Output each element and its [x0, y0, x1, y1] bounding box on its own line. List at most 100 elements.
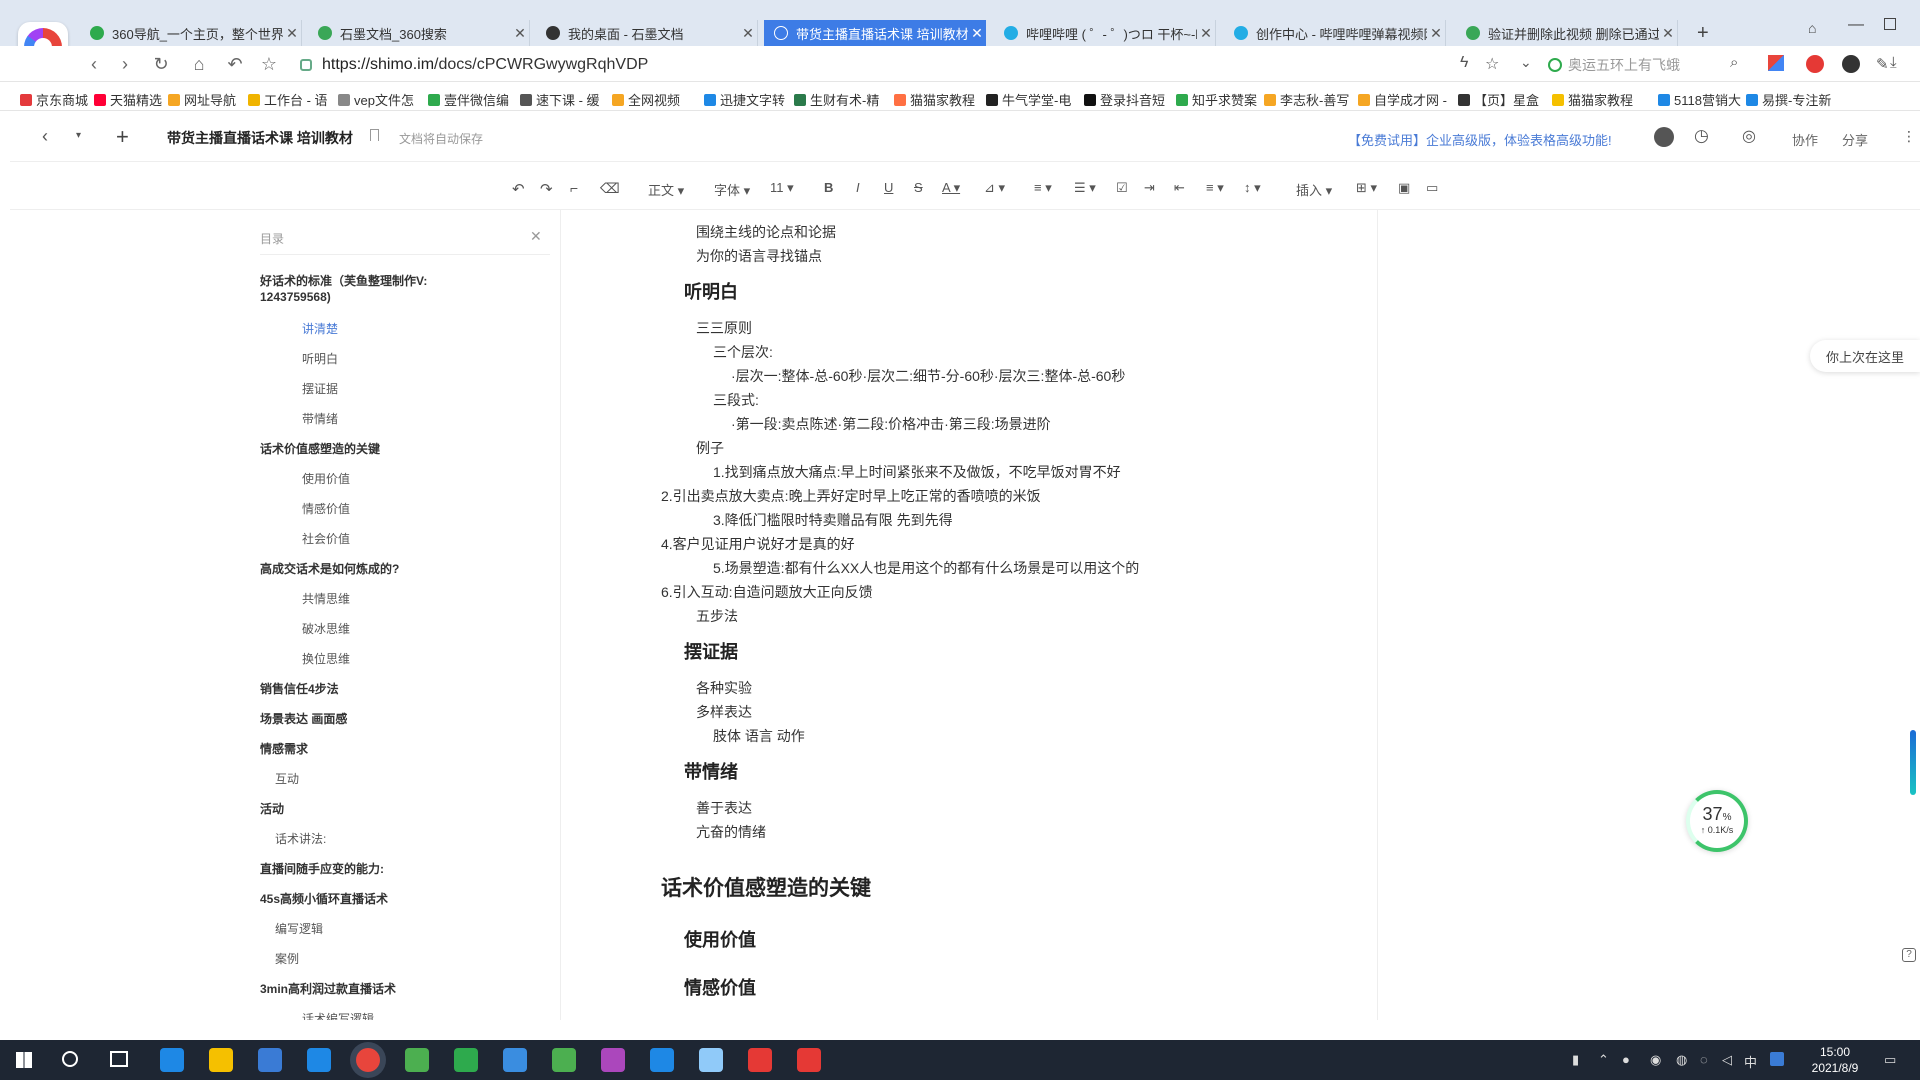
- start-icon[interactable]: [16, 1052, 32, 1068]
- notification-icon[interactable]: ▭: [1884, 1052, 1896, 1068]
- redo-icon[interactable]: ↷: [540, 180, 553, 198]
- outline-item[interactable]: 话术价值感塑造的关键: [260, 440, 380, 457]
- outline-item[interactable]: 换位思维: [302, 650, 350, 667]
- paragraph-style-select[interactable]: 正文 ▾: [648, 180, 684, 199]
- tab-4[interactable]: 哔哩哔哩 ( ゜- ゜)つロ 干杯~-bili ✕: [994, 20, 1216, 46]
- outline-item[interactable]: 3min高利润过款直播话术: [260, 980, 396, 997]
- bookmark-item[interactable]: 速下课 - 缓: [520, 90, 600, 109]
- outline-item[interactable]: 1243759568): [260, 290, 331, 304]
- taskbar-ie2-icon[interactable]: [503, 1048, 527, 1072]
- more-icon[interactable]: ⋮: [1902, 128, 1916, 145]
- checklist-icon[interactable]: ☑: [1116, 180, 1128, 196]
- back-icon[interactable]: ‹: [83, 54, 105, 75]
- taskbar-editor-icon[interactable]: [650, 1048, 674, 1072]
- bold-icon[interactable]: B: [824, 180, 833, 195]
- ordered-list-icon[interactable]: ≡ ▾: [1034, 180, 1052, 196]
- taskbar-camtasia-icon[interactable]: [552, 1048, 576, 1072]
- bookmark-item[interactable]: 登录抖音短: [1084, 90, 1165, 109]
- highlight-icon[interactable]: ⊿ ▾: [984, 180, 1005, 196]
- more-tools-icon[interactable]: ✎: [1876, 55, 1889, 73]
- bookmark-item[interactable]: 网址导航: [168, 90, 236, 109]
- outline-item[interactable]: 高成交话术是如何炼成的?: [260, 560, 399, 577]
- history-dropdown-icon[interactable]: ▾: [76, 130, 81, 141]
- outline-item[interactable]: 45s高频小循环直播话术: [260, 890, 388, 907]
- bookmark-item[interactable]: 5118营销大: [1658, 90, 1741, 109]
- outline-item[interactable]: 销售信任4步法: [260, 680, 339, 697]
- bookmark-item[interactable]: 猫猫家教程: [1552, 90, 1633, 109]
- outline-item[interactable]: 情感价值: [302, 500, 350, 517]
- comment-icon[interactable]: ▭: [1426, 180, 1438, 196]
- outline-item[interactable]: 使用价值: [302, 470, 350, 487]
- doc-title[interactable]: 带货主播直播话术课 培训教材: [167, 128, 353, 148]
- forward-icon[interactable]: ›: [114, 54, 136, 75]
- taskbar-green-app-icon[interactable]: [405, 1048, 429, 1072]
- tray-volume-icon[interactable]: ◁: [1722, 1052, 1732, 1068]
- outline-item[interactable]: 编写逻辑: [275, 920, 323, 937]
- insert-menu[interactable]: 插入 ▾: [1296, 180, 1332, 199]
- tab-2[interactable]: 我的桌面 - 石墨文档 ✕: [536, 20, 758, 46]
- bookmark-item[interactable]: 壹伴微信编: [428, 90, 509, 109]
- bookmark-item[interactable]: vep文件怎: [338, 90, 414, 109]
- tray-app-icon[interactable]: ◍: [1676, 1052, 1687, 1068]
- promo-link[interactable]: 【免费试用】企业高级版，体验表格高级功能!: [1348, 130, 1612, 149]
- bookmark-star-icon[interactable]: ☆: [1485, 54, 1499, 74]
- indent-icon[interactable]: ⇥: [1144, 180, 1155, 196]
- outline-item[interactable]: 社会价值: [302, 530, 350, 547]
- strikethrough-icon[interactable]: S: [914, 180, 923, 195]
- underline-icon[interactable]: U: [884, 180, 893, 195]
- minimize-icon[interactable]: —: [1848, 16, 1864, 34]
- outline-item[interactable]: 共情思维: [302, 590, 350, 607]
- tab-0[interactable]: 360导航_一个主页，整个世界 ✕: [80, 20, 302, 46]
- bookmark-item[interactable]: 生财有术-精: [794, 90, 879, 109]
- outline-item[interactable]: 讲清楚: [302, 320, 338, 337]
- line-spacing-icon[interactable]: ↕ ▾: [1244, 180, 1261, 196]
- bookmark-item[interactable]: 工作台 - 语: [248, 90, 328, 109]
- taskbar-store-icon[interactable]: [258, 1048, 282, 1072]
- tab-close-icon[interactable]: ✕: [1659, 25, 1677, 42]
- tray-qq-icon[interactable]: ◉: [1650, 1052, 1661, 1068]
- bookmark-item[interactable]: 知乎求赞案: [1176, 90, 1257, 109]
- table-icon[interactable]: ⊞ ▾: [1356, 180, 1377, 196]
- tray-mic-icon[interactable]: ●: [1622, 1052, 1630, 1067]
- outline-item[interactable]: 直播间随手应变的能力:: [260, 860, 384, 877]
- outline-item[interactable]: 活动: [260, 800, 284, 817]
- search-icon[interactable]: ⌕: [1730, 54, 1738, 71]
- outline-item[interactable]: 场景表达 画面感: [260, 710, 347, 727]
- bookmark-item[interactable]: 京东商城: [20, 90, 88, 109]
- task-view-icon[interactable]: [110, 1051, 128, 1067]
- taskbar-folder-icon[interactable]: [209, 1048, 233, 1072]
- outline-item[interactable]: 破冰思维: [302, 620, 350, 637]
- taskbar-capcut-icon[interactable]: [797, 1048, 821, 1072]
- collab-button[interactable]: 协作: [1792, 130, 1818, 149]
- ime-indicator[interactable]: 中: [1744, 1052, 1757, 1071]
- apps-grid-icon[interactable]: [1768, 55, 1784, 71]
- taskbar-colors-icon[interactable]: [601, 1048, 625, 1072]
- lightning-icon[interactable]: ϟ: [1460, 54, 1468, 72]
- home-icon[interactable]: ⌂: [188, 54, 210, 75]
- bookmark-item[interactable]: 天猫精选: [94, 90, 162, 109]
- bookmark-item[interactable]: 李志秋-善写: [1264, 90, 1349, 109]
- tray-battery-icon[interactable]: ▮: [1572, 1052, 1579, 1068]
- extension-icon[interactable]: [1806, 55, 1824, 73]
- search-input[interactable]: 奥运五环上有飞蛾: [1548, 52, 1758, 78]
- tray-wifi-icon[interactable]: ◌: [1700, 1052, 1708, 1067]
- tab-close-icon[interactable]: ✕: [1197, 25, 1215, 42]
- taskbar-wechat-icon[interactable]: [454, 1048, 478, 1072]
- window-menu-icon[interactable]: ⌂: [1808, 20, 1816, 36]
- download-icon[interactable]: ⤓: [1890, 54, 1897, 71]
- outline-item[interactable]: 话术讲法:: [275, 830, 326, 847]
- outline-item[interactable]: 好话术的标准（芙鱼整理制作V:: [260, 272, 427, 289]
- taskbar-ie-icon[interactable]: [160, 1048, 184, 1072]
- help-icon[interactable]: ?: [1902, 948, 1916, 962]
- document-body[interactable]: 围绕主线的论点和论据 为你的语言寻找锚点 听明白 三三原则 三个层次: ·层次一:整体-总…: [560, 210, 1378, 1020]
- tab-5[interactable]: 创作中心 - 哔哩哔哩弹幕视频网 ✕: [1224, 20, 1446, 46]
- taskbar-mail-icon[interactable]: [307, 1048, 331, 1072]
- undo-icon[interactable]: ↶: [512, 180, 525, 198]
- scrollbar-thumb[interactable]: [1910, 730, 1916, 795]
- tab-close-icon[interactable]: ✕: [283, 25, 301, 42]
- bookmark-item[interactable]: 猫猫家教程: [894, 90, 975, 109]
- tab-close-icon[interactable]: ✕: [1427, 25, 1445, 42]
- reload-icon[interactable]: ↻: [150, 54, 172, 75]
- share-button[interactable]: 分享: [1842, 130, 1868, 149]
- tab-3[interactable]: 带货主播直播话术课 培训教材 ✕: [764, 20, 986, 46]
